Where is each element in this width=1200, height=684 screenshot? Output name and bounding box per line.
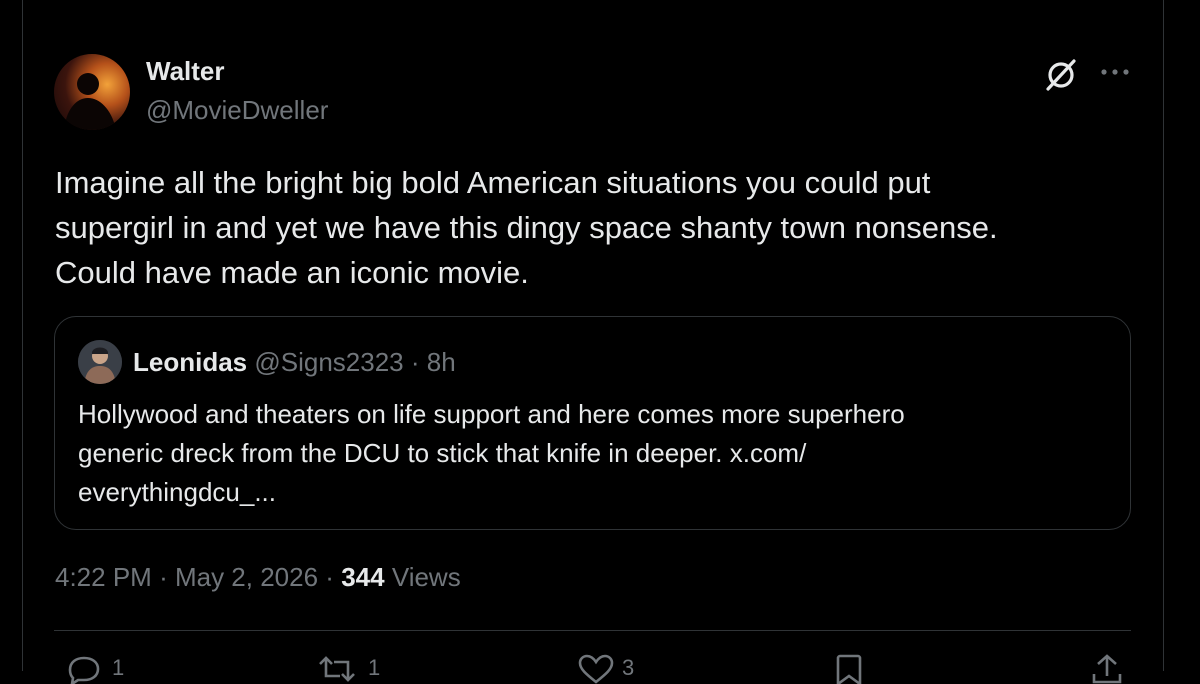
tweet-metadata: 4:22 PM · May 2, 2026 · 344 Views [55,562,461,593]
like-button[interactable] [576,654,616,684]
quoted-timestamp[interactable]: 8h [427,347,456,377]
avatar-figure-icon [78,340,122,384]
reply-count: 1 [112,655,125,680]
author-display-name[interactable]: Walter [146,56,225,87]
tweet-time[interactable]: 4:22 PM [55,562,152,592]
reply-button[interactable] [64,654,104,684]
like-count: 3 [622,655,635,680]
quoted-tweet-text: Hollywood and theaters on life support a… [78,399,905,507]
share-icon [1092,654,1122,684]
quoted-author-avatar[interactable] [78,340,122,384]
repost-button[interactable] [314,654,360,684]
bookmark-icon [836,654,862,684]
more-options-icon[interactable] [1098,62,1132,82]
quoted-author-name[interactable]: Leonidas [133,347,247,377]
meta-separator: · [159,562,168,592]
quoted-author-handle[interactable]: @Signs2323 [254,347,403,377]
bookmark-button[interactable] [832,654,866,684]
avatar-silhouette-icon [64,73,116,130]
heart-icon [578,654,614,684]
repost-count: 1 [368,655,381,680]
meta-separator: · [325,562,334,592]
tweet-text: Imagine all the bright big bold American… [55,165,998,290]
quoted-tweet-header: Leonidas @Signs2323 · 8h [133,347,456,378]
quoted-separator: · [410,347,420,377]
views-count: 344 [341,562,385,592]
action-bar-divider [54,630,1131,631]
grok-icon[interactable] [1042,56,1080,94]
share-button[interactable] [1090,654,1124,684]
author-avatar[interactable] [54,54,130,130]
author-handle[interactable]: @MovieDweller [146,95,328,126]
quoted-tweet-card[interactable]: Leonidas @Signs2323 · 8h Hollywood and t… [54,316,1131,530]
reply-icon [68,656,100,684]
tweet-date[interactable]: May 2, 2026 [175,562,318,592]
repost-icon [319,656,355,682]
views-label: Views [391,562,461,592]
